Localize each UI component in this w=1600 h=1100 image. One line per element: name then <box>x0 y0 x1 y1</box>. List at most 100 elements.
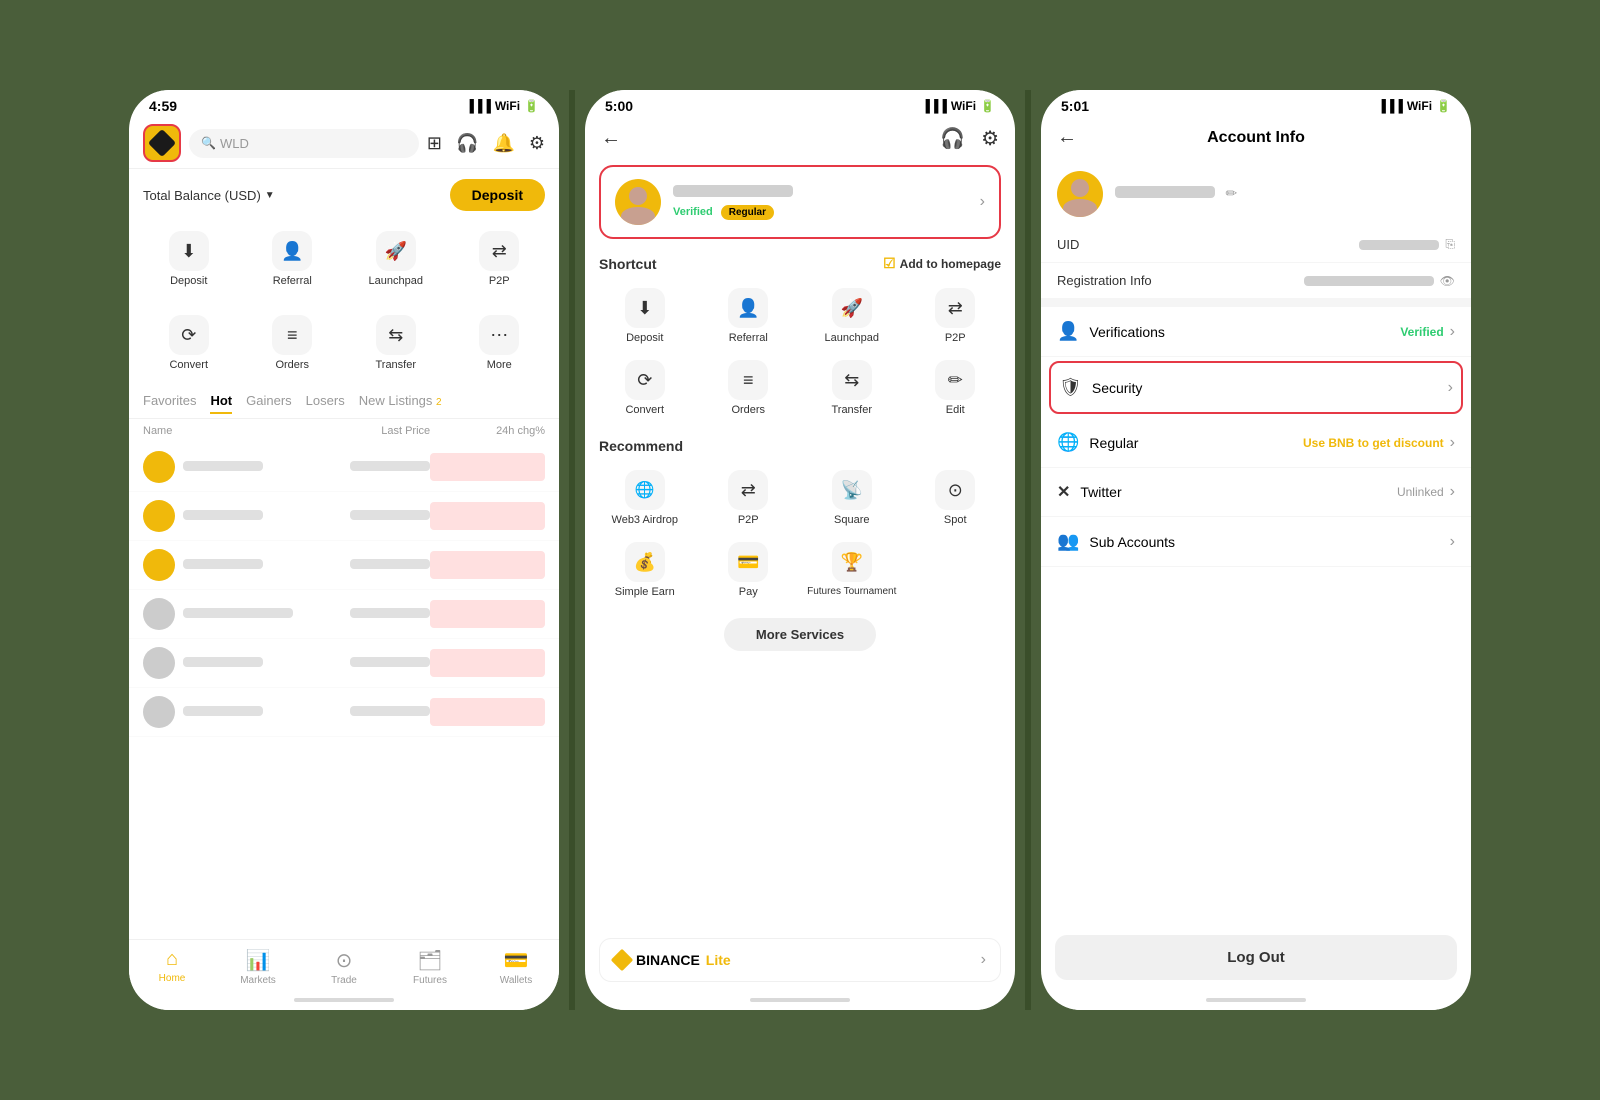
convert-icon: ⟳ <box>169 315 209 355</box>
search-bar[interactable]: 🔍 WLD <box>189 129 419 158</box>
wifi-icon-2: WiFi <box>951 99 976 113</box>
table-row[interactable] <box>129 639 559 688</box>
balance-label[interactable]: Total Balance (USD) ▼ <box>143 188 275 203</box>
table-row[interactable] <box>129 688 559 737</box>
launchpad-icon: 🚀 <box>376 231 416 271</box>
tab-gainers[interactable]: Gainers <box>246 393 292 414</box>
table-row[interactable] <box>129 590 559 639</box>
lite-chevron: › <box>981 951 986 969</box>
menu-sub-left: 👥 Sub Accounts <box>1057 531 1175 552</box>
rec-web3-icon: 🌐 <box>625 470 665 510</box>
rec-web3[interactable]: 🌐 Web3 Airdrop <box>595 464 695 532</box>
avatar-body-2 <box>621 207 655 225</box>
table-row[interactable] <box>129 443 559 492</box>
headset-icon[interactable]: 🎧 <box>456 133 478 154</box>
action-referral[interactable]: 👤 Referral <box>243 225 343 293</box>
rec-simple-earn[interactable]: 💰 Simple Earn <box>595 536 695 604</box>
deposit-button[interactable]: Deposit <box>450 179 545 211</box>
coin-name-blur-2 <box>183 510 263 520</box>
change-4 <box>430 600 545 628</box>
menu-verif-right: Verified › <box>1400 323 1455 341</box>
account-avatar-row: ✏ <box>1041 157 1471 227</box>
eye-icon[interactable]: 👁 <box>1440 274 1455 288</box>
action-transfer[interactable]: ⇆ Transfer <box>346 309 446 377</box>
coin-info-3 <box>143 549 315 581</box>
menu-twitter-right: Unlinked › <box>1397 483 1455 501</box>
tab-new-listings[interactable]: New Listings 2 <box>359 393 442 414</box>
table-row[interactable] <box>129 492 559 541</box>
rec-spot-icon: ⊙ <box>935 470 975 510</box>
profile-card[interactable]: Verified Regular › <box>599 165 1001 239</box>
coin-name-blur <box>183 461 263 471</box>
action-p2p[interactable]: ⇄ P2P <box>450 225 550 293</box>
headset-icon-2[interactable]: 🎧 <box>940 126 965 151</box>
recommend-section-label: Recommend <box>585 428 1015 458</box>
menu-security[interactable]: 🛡 Security › <box>1051 363 1461 412</box>
sub-chevron: › <box>1450 533 1455 551</box>
rec-pay[interactable]: 💳 Pay <box>699 536 799 604</box>
rec-square[interactable]: 📡 Square <box>802 464 902 532</box>
shortcut-launchpad[interactable]: 🚀 Launchpad <box>802 282 902 350</box>
menu-sec-left: 🛡 Security <box>1059 377 1142 398</box>
rec-p2p[interactable]: ⇄ P2P <box>699 464 799 532</box>
sub-text: Sub Accounts <box>1089 534 1175 550</box>
action-launchpad[interactable]: 🚀 Launchpad <box>346 225 446 293</box>
nav-wallets[interactable]: 💳 Wallets <box>473 948 559 986</box>
header-icons: ⊞ 🎧 🔔 ⚙ <box>427 133 545 154</box>
menu-verifications[interactable]: 👤 Verifications Verified › <box>1041 307 1471 357</box>
status-bar-3: 5:01 ▐▐▐ WiFi 🔋 <box>1041 90 1471 118</box>
settings-icon-2[interactable]: ⚙ <box>981 126 999 151</box>
shortcut-p2p[interactable]: ⇄ P2P <box>906 282 1006 350</box>
shortcut-transfer[interactable]: ⇆ Transfer <box>802 354 902 422</box>
tab-favorites[interactable]: Favorites <box>143 393 196 414</box>
menu-reg-left: 🌐 Regular <box>1057 432 1138 453</box>
table-row[interactable] <box>129 541 559 590</box>
shortcut-edit[interactable]: ✏ Edit <box>906 354 1006 422</box>
nav-trade[interactable]: ⊙ Trade <box>301 948 387 986</box>
nav-markets[interactable]: 📊 Markets <box>215 948 301 986</box>
col-change-label: 24h chg% <box>430 425 545 437</box>
bell-icon[interactable]: 🔔 <box>492 133 514 154</box>
logout-button[interactable]: Log Out <box>1055 935 1457 980</box>
menu-twitter[interactable]: ✕ Twitter Unlinked › <box>1041 468 1471 517</box>
shortcut-convert[interactable]: ⟳ Convert <box>595 354 695 422</box>
home-bar-1 <box>294 998 394 1002</box>
action-deposit[interactable]: ⬇ Deposit <box>139 225 239 293</box>
back-button-2[interactable]: ← <box>601 127 621 150</box>
action-convert[interactable]: ⟳ Convert <box>139 309 239 377</box>
shortcut-deposit[interactable]: ⬇ Deposit <box>595 282 695 350</box>
nav-home[interactable]: ⌂ Home <box>129 948 215 986</box>
tab-hot[interactable]: Hot <box>210 393 232 414</box>
rec-spot[interactable]: ⊙ Spot <box>906 464 1006 532</box>
sc-p2p-label: P2P <box>945 332 966 344</box>
price-3 <box>315 558 430 572</box>
nav-futures[interactable]: 🗂 Futures <box>387 948 473 986</box>
shortcut-referral[interactable]: 👤 Referral <box>699 282 799 350</box>
profile-badges: Verified Regular <box>673 205 968 220</box>
shortcuts-grid: ⬇ Deposit 👤 Referral 🚀 Launchpad ⇄ P2P ⟳… <box>585 276 1015 428</box>
rec-pay-label: Pay <box>739 586 758 598</box>
menu-sub-accounts[interactable]: 👥 Sub Accounts › <box>1041 517 1471 567</box>
wallets-nav-icon: 💳 <box>504 948 529 973</box>
copy-icon[interactable]: ⎘ <box>1445 237 1455 252</box>
back-button-3[interactable]: ← <box>1057 126 1077 149</box>
more-services-button[interactable]: More Services <box>724 618 876 651</box>
binance-diamond-logo <box>148 129 176 157</box>
settings-icon[interactable]: ⚙ <box>529 133 545 154</box>
scan-icon[interactable]: ⊞ <box>427 133 442 154</box>
tab-losers[interactable]: Losers <box>306 393 345 414</box>
add-to-home[interactable]: ☑ Add to homepage <box>883 255 1001 272</box>
battery-icon-3: 🔋 <box>1436 99 1451 113</box>
shortcut-orders[interactable]: ≡ Orders <box>699 354 799 422</box>
lite-text: Lite <box>706 952 731 968</box>
profile-info: Verified Regular <box>673 185 968 220</box>
rec-futures-tournament[interactable]: 🏆 Futures Tournament <box>802 536 902 604</box>
edit-name-icon[interactable]: ✏ <box>1225 185 1237 201</box>
regular-status: Use BNB to get discount <box>1303 436 1444 450</box>
logo-button[interactable] <box>143 124 181 162</box>
sc-edit-label: Edit <box>946 404 965 416</box>
menu-regular[interactable]: 🌐 Regular Use BNB to get discount › <box>1041 418 1471 468</box>
action-more[interactable]: ⋯ More <box>450 309 550 377</box>
binance-lite-banner[interactable]: BINANCE Lite › <box>599 938 1001 982</box>
action-orders[interactable]: ≡ Orders <box>243 309 343 377</box>
